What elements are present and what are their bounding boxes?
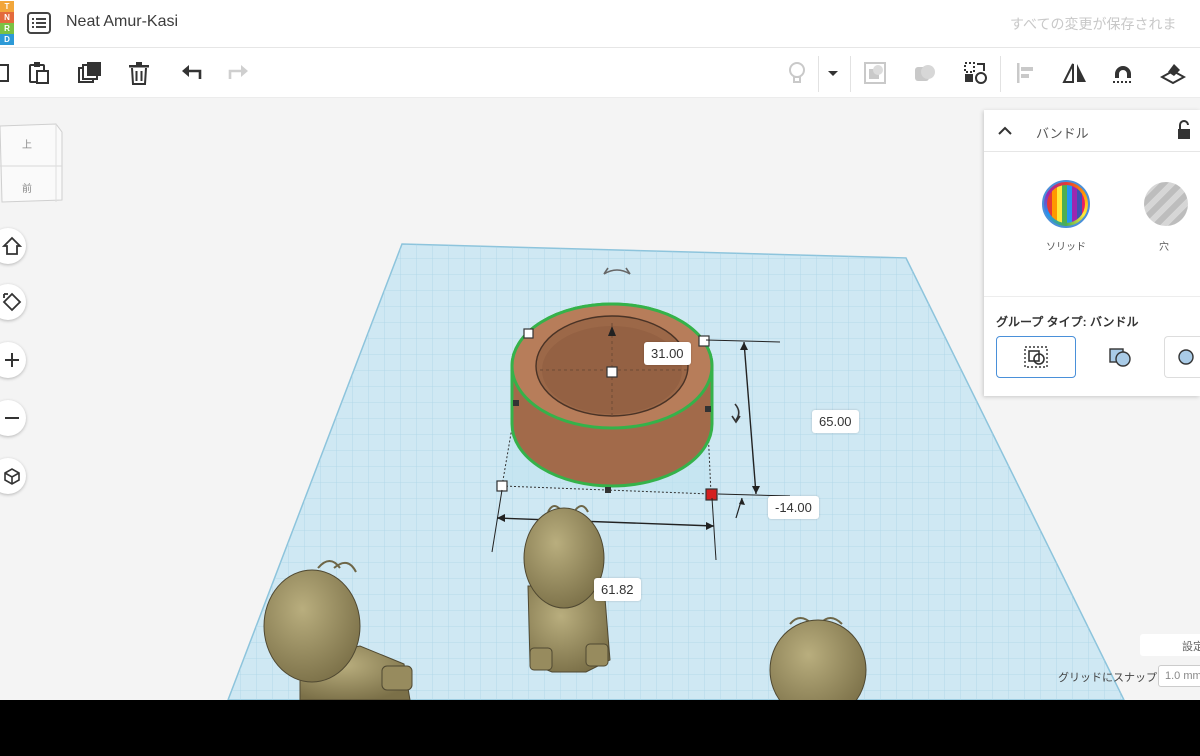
group-type-hole-button[interactable] bbox=[1164, 336, 1200, 378]
fit-view-icon bbox=[2, 292, 22, 312]
cube-icon bbox=[4, 468, 20, 485]
edge-handle[interactable] bbox=[605, 487, 611, 493]
inspector-header: バンドル bbox=[984, 110, 1200, 152]
view-cube[interactable]: 上 前 bbox=[0, 120, 64, 206]
home-icon bbox=[2, 236, 22, 255]
align-shapes-button[interactable] bbox=[960, 58, 990, 88]
mirror-icon bbox=[1062, 63, 1086, 83]
hole-label: 穴 bbox=[1159, 242, 1169, 253]
solid-color-swatch[interactable] bbox=[1042, 180, 1090, 228]
align-button[interactable] bbox=[1010, 58, 1040, 88]
save-status: すべての変更が保存されま bbox=[1010, 16, 1177, 32]
resize-handle[interactable] bbox=[698, 335, 710, 347]
cruise-button[interactable] bbox=[1108, 58, 1138, 88]
ungroup-button[interactable] bbox=[910, 58, 940, 88]
group-type-label: グループ タイプ: バンドル bbox=[996, 315, 1139, 329]
chevron-up-icon[interactable] bbox=[996, 122, 1014, 140]
design-list-icon[interactable] bbox=[26, 11, 52, 35]
undo-button[interactable] bbox=[176, 58, 206, 88]
chevron-down-icon bbox=[828, 71, 838, 76]
redo-icon bbox=[228, 65, 248, 79]
letterbox-bar bbox=[0, 700, 1200, 756]
inspector-title: バンドル bbox=[1036, 126, 1089, 141]
magnet-icon bbox=[1113, 66, 1133, 83]
light-bulb-icon bbox=[789, 62, 805, 83]
height-handle[interactable] bbox=[606, 366, 618, 378]
workplane-icon bbox=[1160, 64, 1186, 85]
width-dimension-label[interactable]: 61.82 bbox=[594, 578, 641, 601]
view-cube-front-label[interactable]: 前 bbox=[22, 180, 32, 195]
document-title[interactable]: Neat Amur-Kasi bbox=[66, 13, 178, 31]
resize-handle[interactable] bbox=[496, 480, 508, 492]
resize-handle-active[interactable] bbox=[705, 488, 718, 501]
minus-icon bbox=[5, 417, 19, 419]
copy-icon bbox=[0, 64, 9, 82]
shape-inspector-panel: バンドル ソリッド 穴 グループ タイプ: バンドル bbox=[984, 110, 1200, 396]
logo-letter-r: R bbox=[0, 23, 14, 34]
edit-toolbar bbox=[0, 48, 1200, 98]
height-dimension-label[interactable]: 65.00 bbox=[812, 410, 859, 433]
view-cube-top-label[interactable]: 上 bbox=[22, 136, 32, 151]
hole-swatch[interactable] bbox=[1144, 182, 1188, 226]
align-icon bbox=[1017, 63, 1033, 83]
header-bar: T N R D Neat Amur-Kasi すべての変更が保存されま bbox=[0, 0, 1200, 48]
undo-icon bbox=[182, 65, 202, 79]
shapes-icon bbox=[964, 62, 987, 84]
logo-letter-t: T bbox=[0, 1, 14, 12]
light-bulb-button[interactable] bbox=[782, 58, 812, 88]
snap-grid-label: グリッドにスナップ bbox=[1058, 672, 1157, 684]
ungroup-icon bbox=[915, 65, 935, 81]
group-icon bbox=[864, 62, 886, 84]
bundle-icon bbox=[1024, 346, 1048, 368]
redo-button[interactable] bbox=[224, 58, 254, 88]
delete-button[interactable] bbox=[124, 58, 154, 88]
group-button[interactable] bbox=[860, 58, 890, 88]
notes-dropdown[interactable] bbox=[820, 58, 846, 88]
group-type-bundle-button[interactable] bbox=[996, 336, 1076, 378]
logo-letter-n: N bbox=[0, 12, 14, 23]
workplane-button[interactable] bbox=[1158, 58, 1188, 88]
merge-icon bbox=[1109, 348, 1131, 367]
resize-handle[interactable] bbox=[523, 328, 534, 339]
mirror-button[interactable] bbox=[1060, 58, 1090, 88]
selected-bundle-shape[interactable] bbox=[510, 302, 714, 488]
snap-grid-select[interactable]: 1.0 mm bbox=[1158, 665, 1200, 687]
diameter-dimension-label[interactable]: 31.00 bbox=[644, 342, 691, 365]
duplicate-button[interactable] bbox=[75, 58, 105, 88]
tinkercad-editor: T N R D Neat Amur-Kasi すべての変更が保存されま 31.0… bbox=[0, 0, 1200, 700]
tinkercad-logo[interactable]: T N R D bbox=[0, 0, 14, 48]
hole-group-icon bbox=[1177, 349, 1194, 365]
trash-icon bbox=[129, 62, 149, 85]
group-type-merge-button[interactable] bbox=[1080, 336, 1160, 378]
plus-icon bbox=[5, 353, 19, 367]
duplicate-icon bbox=[78, 62, 101, 83]
paste-button[interactable] bbox=[24, 58, 54, 88]
settings-button[interactable]: 設定 bbox=[1140, 634, 1200, 656]
elevation-dimension-label[interactable]: -14.00 bbox=[768, 496, 819, 519]
logo-letter-d: D bbox=[0, 34, 14, 45]
paste-icon bbox=[29, 62, 49, 84]
solid-label: ソリッド bbox=[1046, 242, 1086, 253]
copy-button[interactable] bbox=[0, 58, 16, 88]
lock-icon[interactable] bbox=[1176, 120, 1192, 140]
